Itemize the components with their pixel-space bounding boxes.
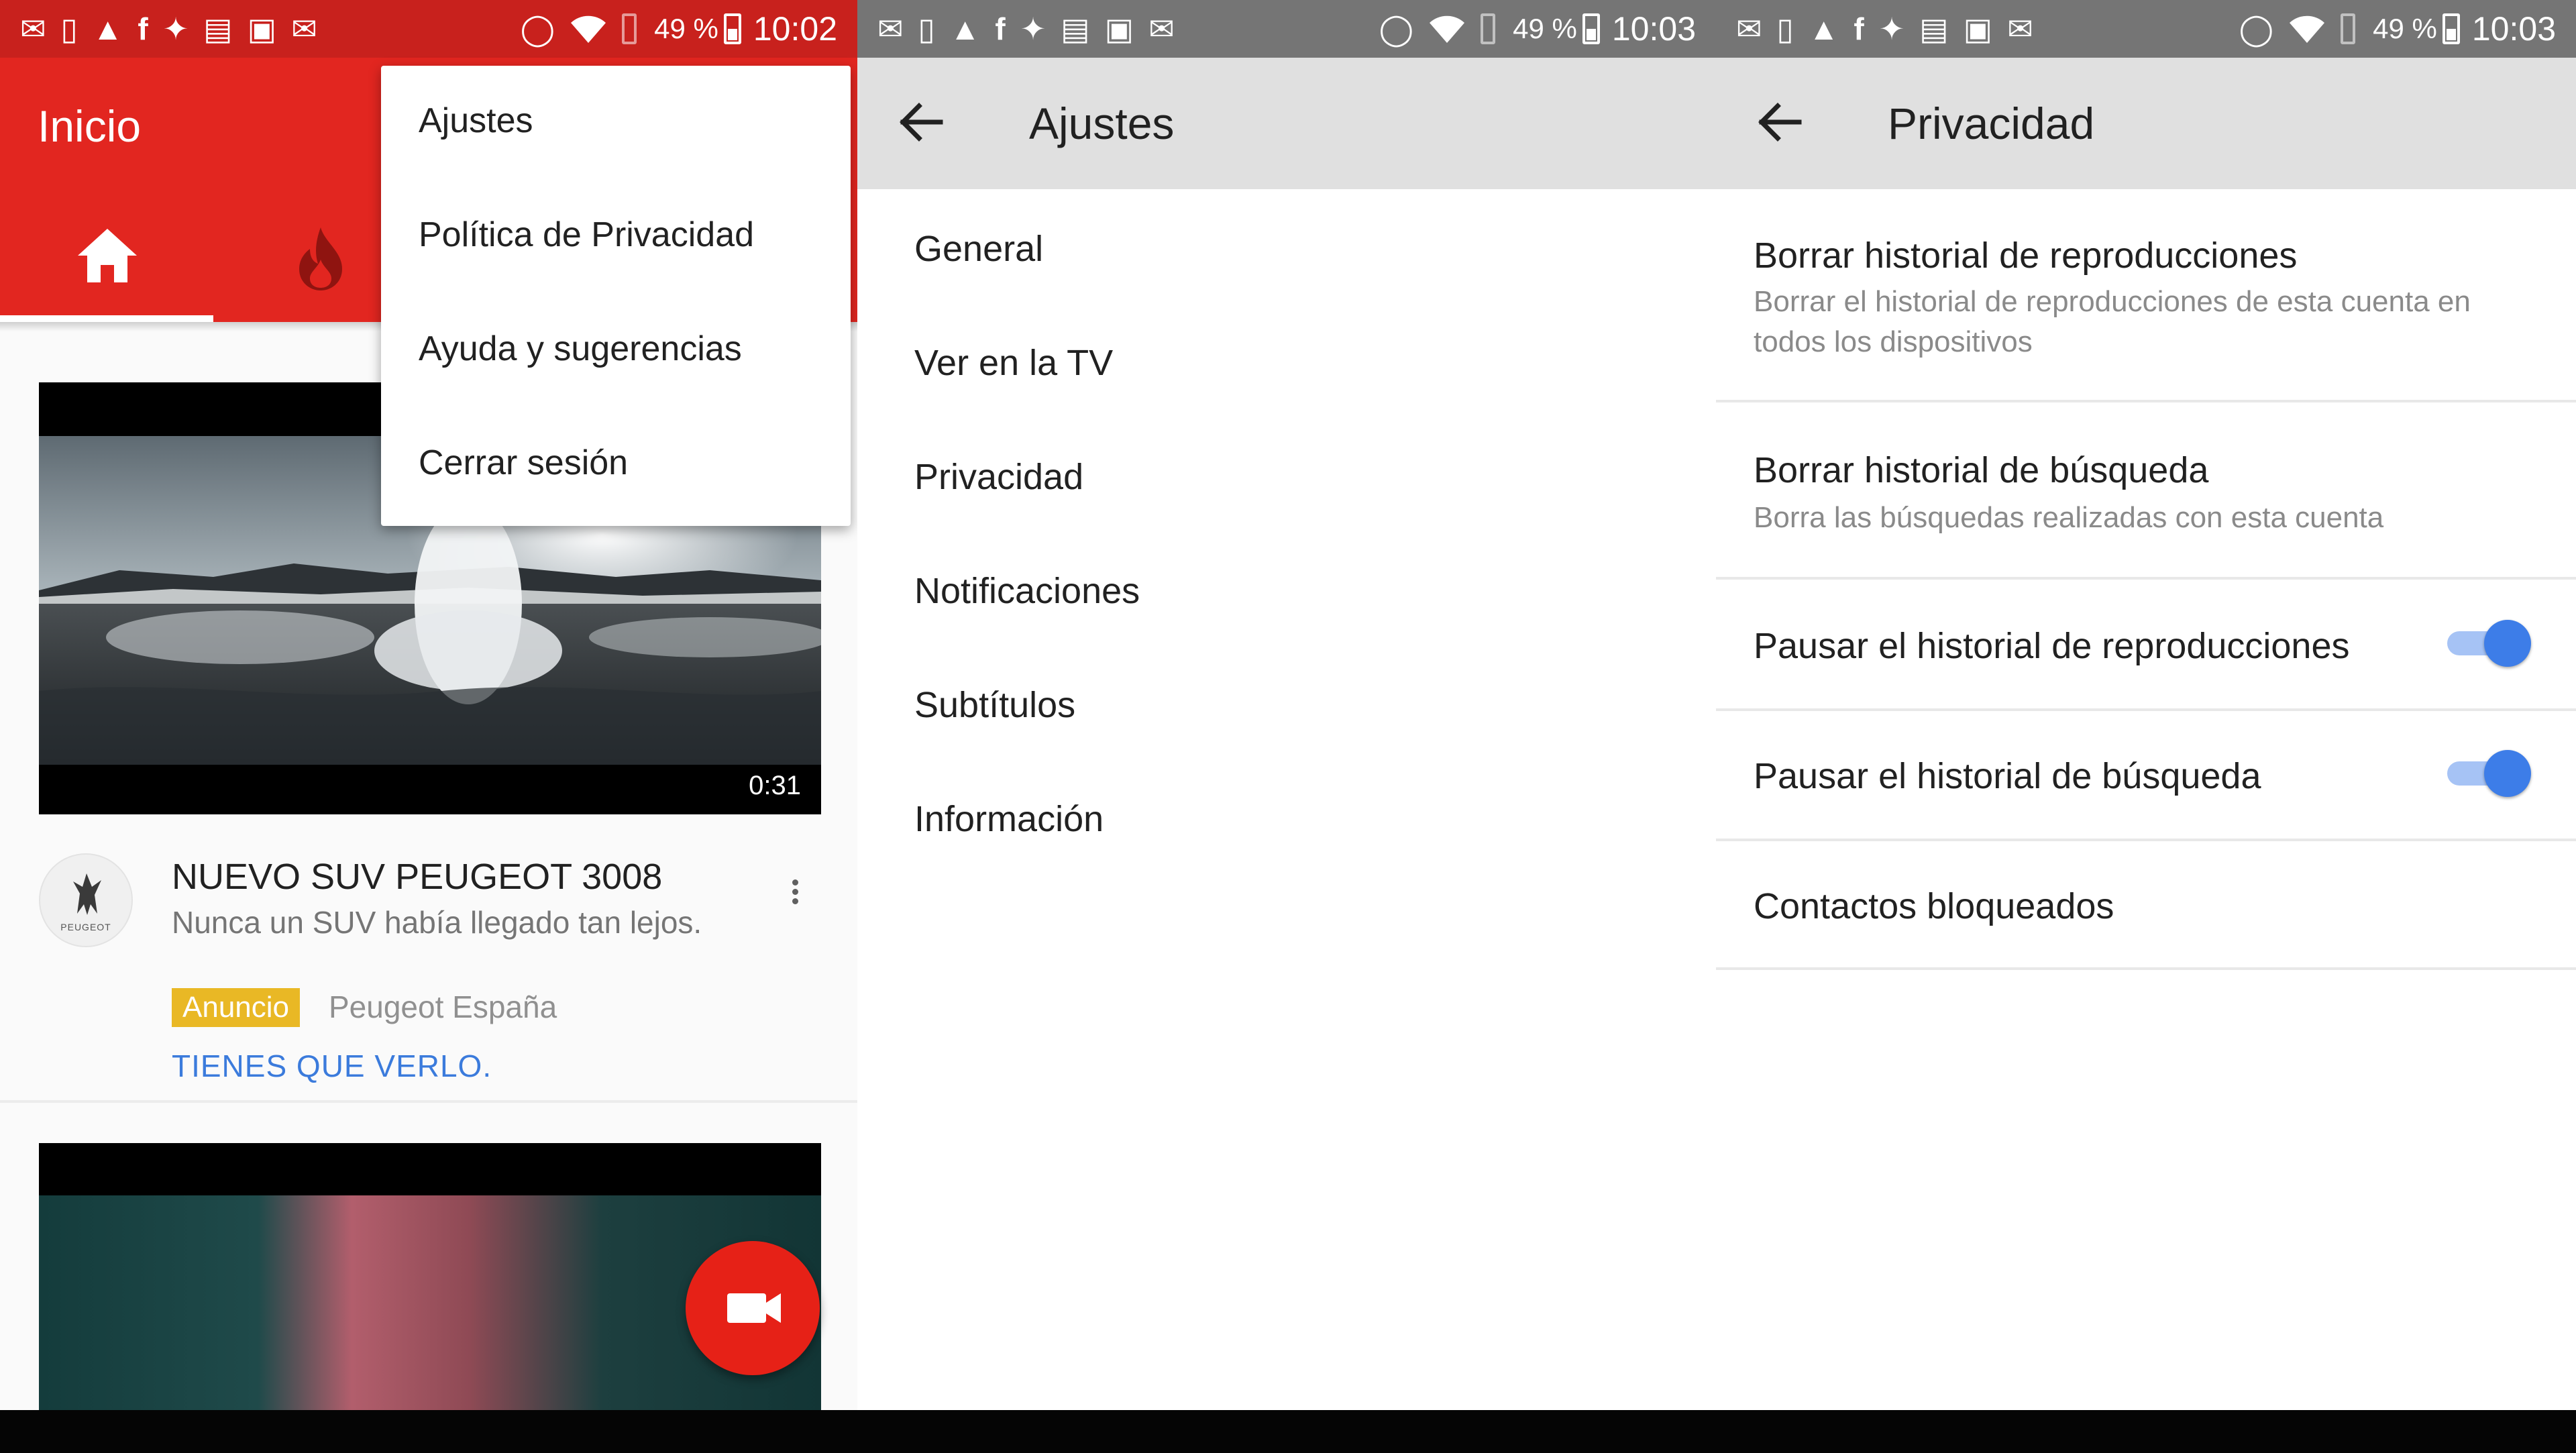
- video-camera-icon: [727, 1293, 781, 1323]
- status-bar: ✉ ▯ ▲ f ✦ ▤ ▣ ✉ ◯ 49 % 10:03: [1716, 0, 2576, 58]
- settings-item-tv[interactable]: Ver en la TV: [914, 342, 1113, 384]
- facebook-icon: f: [138, 11, 148, 46]
- menu-item-help[interactable]: Ayuda y sugerencias: [419, 329, 742, 369]
- message-icon: ✉: [20, 11, 46, 46]
- video-description: Nunca un SUV había llegado tan lejos.: [172, 905, 702, 940]
- status-bar: ✉ ▯ ▲ f ✦ ▤ ▣ ✉ ◯ 49 % 10:02: [0, 0, 857, 58]
- clear-watch-history-title[interactable]: Borrar historial de reproducciones: [1754, 235, 2297, 276]
- twitter-icon: ✦: [1878, 11, 1905, 46]
- trending-fire-icon[interactable]: [294, 225, 347, 292]
- mail-icon: ✉: [291, 11, 317, 46]
- settings-item-notifications[interactable]: Notificaciones: [914, 570, 1140, 612]
- settings-item-general[interactable]: General: [914, 228, 1043, 270]
- battery-icon: [1582, 13, 1600, 44]
- facebook-icon: f: [1854, 11, 1864, 46]
- twitter-icon: ✦: [1020, 11, 1046, 46]
- pause-search-history-toggle[interactable]: [2447, 750, 2531, 797]
- pause-watch-history-label: Pausar el historial de reproducciones: [1754, 626, 2350, 666]
- menu-item-privacy-policy[interactable]: Política de Privacidad: [419, 215, 754, 255]
- avatar-text: PEUGEOT: [60, 922, 111, 932]
- battery-empty-icon: [1481, 13, 1496, 44]
- back-arrow-icon[interactable]: [896, 101, 943, 144]
- sim-icon: ▯: [918, 11, 935, 46]
- image-icon: ▣: [1104, 11, 1134, 46]
- page-title: Inicio: [38, 101, 142, 151]
- menu-item-logout[interactable]: Cerrar sesión: [419, 443, 628, 483]
- wifi-icon: [2290, 15, 2325, 43]
- battery-percent: 49 %: [654, 13, 718, 44]
- blocked-contacts-item[interactable]: Contactos bloqueados: [1754, 885, 2114, 927]
- upload-video-button[interactable]: [686, 1241, 820, 1375]
- photo-icon: ▤: [1919, 11, 1949, 46]
- menu-item-ajustes[interactable]: Ajustes: [419, 101, 533, 141]
- cta-link[interactable]: TIENES QUE VERLO.: [172, 1048, 492, 1084]
- clear-search-history-subtitle: Borra las búsquedas realizadas con esta …: [1754, 501, 2384, 534]
- battery-percent: 49 %: [1513, 13, 1577, 44]
- app-bar: [1716, 58, 2576, 189]
- wifi-icon: [571, 15, 606, 43]
- channel-avatar[interactable]: PEUGEOT: [39, 853, 133, 947]
- privacy-screen: ✉ ▯ ▲ f ✦ ▤ ▣ ✉ ◯ 49 % 10:03 Privacidad …: [1716, 0, 2576, 1410]
- wifi-icon: [1430, 15, 1465, 43]
- photo-icon: ▤: [203, 11, 233, 46]
- page-title: Ajustes: [1029, 99, 1175, 148]
- cleaner-icon: ▲: [92, 11, 123, 46]
- ad-badge: Anuncio: [172, 988, 301, 1027]
- clock: 10:03: [1611, 10, 1696, 48]
- settings-screen: ✉ ▯ ▲ f ✦ ▤ ▣ ✉ ◯ 49 % 10:03 Ajustes Gen…: [857, 0, 1716, 1410]
- screenshot-collage: ✉ ▯ ▲ f ✦ ▤ ▣ ✉ ◯ 49 % 10:02 Inicio Ajus…: [0, 0, 2576, 1453]
- settings-item-privacy[interactable]: Privacidad: [914, 456, 1083, 498]
- video-duration: 0:31: [749, 771, 801, 800]
- battery-empty-icon: [2341, 13, 2356, 44]
- facebook-icon: f: [995, 11, 1006, 46]
- overflow-menu: Ajustes Política de Privacidad Ayuda y s…: [381, 66, 851, 526]
- photo-icon: ▤: [1061, 11, 1090, 46]
- vibrate-icon: ◯: [2239, 11, 2274, 46]
- vibrate-icon: ◯: [520, 11, 555, 46]
- page-title: Privacidad: [1888, 99, 2095, 148]
- twitter-icon: ✦: [162, 11, 189, 46]
- pause-watch-history-toggle[interactable]: [2447, 620, 2531, 667]
- channel-name: Peugeot España: [329, 989, 557, 1024]
- video-title[interactable]: NUEVO SUV PEUGEOT 3008: [172, 856, 662, 898]
- status-bar: ✉ ▯ ▲ f ✦ ▤ ▣ ✉ ◯ 49 % 10:03: [857, 0, 1716, 58]
- settings-item-subtitles[interactable]: Subtítulos: [914, 684, 1075, 726]
- more-options-icon[interactable]: [785, 876, 805, 916]
- cleaner-icon: ▲: [1808, 11, 1839, 46]
- peugeot-lion-logo: [73, 873, 101, 915]
- clock: 10:02: [753, 10, 837, 48]
- navigation-bar: [0, 1410, 2576, 1453]
- battery-icon: [723, 13, 741, 44]
- image-icon: ▣: [247, 11, 277, 46]
- mail-icon: ✉: [2007, 11, 2033, 46]
- battery-empty-icon: [622, 13, 637, 44]
- vibrate-icon: ◯: [1379, 11, 1414, 46]
- pause-search-history-label: Pausar el historial de búsqueda: [1754, 756, 2261, 796]
- app-bar: [857, 58, 1716, 189]
- battery-icon: [2442, 13, 2460, 44]
- clear-search-history-title[interactable]: Borrar historial de búsqueda: [1754, 449, 2208, 491]
- cleaner-icon: ▲: [949, 11, 981, 46]
- settings-item-info[interactable]: Información: [914, 798, 1104, 840]
- clear-watch-history-subtitle: Borrar el historial de reproducciones de…: [1754, 285, 2471, 358]
- clock: 10:03: [2471, 10, 2556, 48]
- image-icon: ▣: [1963, 11, 1993, 46]
- sim-icon: ▯: [1776, 11, 1794, 46]
- message-icon: ✉: [877, 11, 904, 46]
- sim-icon: ▯: [60, 11, 78, 46]
- active-tab-indicator: [0, 315, 213, 322]
- home-icon[interactable]: [74, 225, 141, 285]
- message-icon: ✉: [1736, 11, 1762, 46]
- youtube-home-screen: ✉ ▯ ▲ f ✦ ▤ ▣ ✉ ◯ 49 % 10:02 Inicio Ajus…: [0, 0, 857, 1410]
- mail-icon: ✉: [1148, 11, 1175, 46]
- back-arrow-icon[interactable]: [1755, 101, 1802, 144]
- battery-percent: 49 %: [2373, 13, 2437, 44]
